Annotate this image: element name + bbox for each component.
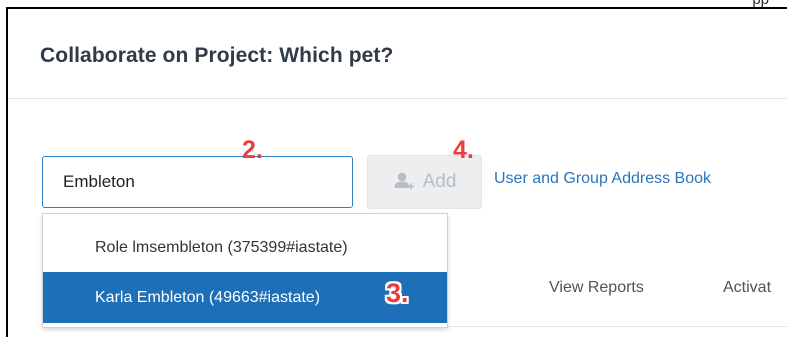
window-border-top <box>6 7 787 9</box>
address-book-link[interactable]: User and Group Address Book <box>494 170 711 188</box>
add-user-icon <box>393 172 415 192</box>
dropdown-option[interactable]: Role lmsembleton (375399#iastate) <box>43 222 447 273</box>
step-annotation-3: 3. <box>386 278 409 308</box>
header-divider <box>8 98 787 99</box>
step-annotation-2: 2. <box>242 136 263 164</box>
tabs-divider <box>448 326 787 327</box>
tab-activate[interactable]: Activat <box>723 279 771 297</box>
window-border-left <box>6 7 8 337</box>
add-button-label: Add <box>422 171 457 192</box>
tab-view-reports[interactable]: View Reports <box>549 279 644 297</box>
step-annotation-4: 4. <box>453 136 474 164</box>
collaborator-search-input[interactable] <box>42 156 353 208</box>
search-results-dropdown: Role lmsembleton (375399#iastate) Karla … <box>42 213 448 328</box>
dialog-title: Collaborate on Project: Which pet? <box>40 44 394 67</box>
